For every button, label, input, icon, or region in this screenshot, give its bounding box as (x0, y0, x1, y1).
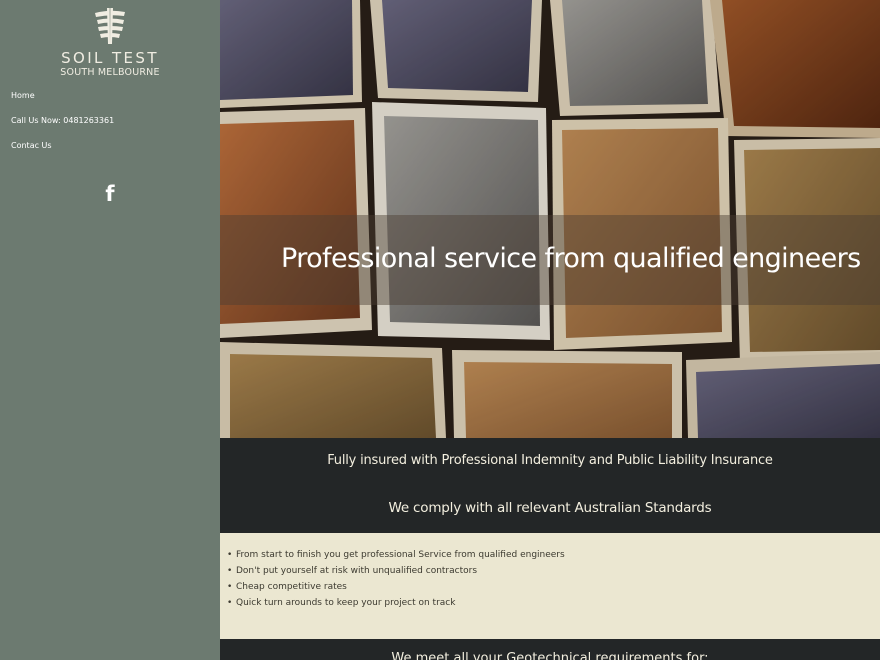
nav-call-link[interactable]: Call Us Now: 0481263361 (11, 115, 114, 140)
hero-headline: Professional service from qualified engi… (281, 243, 861, 274)
main-content: Professional service from qualified engi… (220, 0, 880, 660)
benefits-list: From start to finish you get professiona… (226, 547, 565, 611)
facebook-icon[interactable]: f (101, 182, 119, 206)
benefits-section: From start to finish you get professiona… (220, 533, 880, 639)
nav-contact-link[interactable]: Contac Us (11, 140, 114, 165)
logo[interactable]: SOIL TEST SOUTH MELBOURNE (0, 6, 220, 79)
nav-home-link[interactable]: Home (11, 90, 114, 115)
list-item: Don't put yourself at risk with unqualif… (226, 563, 565, 579)
list-item: From start to finish you get professiona… (226, 547, 565, 563)
sidebar-nav: Home Call Us Now: 0481263361 Contac Us (11, 90, 114, 165)
list-item: Cheap competitive rates (226, 579, 565, 595)
sidebar: SOIL TEST SOUTH MELBOURNE Home Call Us N… (0, 0, 220, 660)
requirements-heading: We meet all your Geotechnical requiremen… (391, 651, 709, 660)
highlights-section: Fully insured with Professional Indemnit… (220, 438, 880, 533)
insurance-text: Fully insured with Professional Indemnit… (327, 453, 773, 468)
standards-text: We comply with all relevant Australian S… (388, 500, 712, 516)
requirements-section: We meet all your Geotechnical requiremen… (220, 639, 880, 660)
screw-pile-icon (95, 8, 125, 44)
hero-section: Professional service from qualified engi… (220, 0, 880, 438)
list-item: Quick turn arounds to keep your project … (226, 595, 565, 611)
brand-title: SOIL TEST (61, 49, 159, 67)
brand-subtitle: SOUTH MELBOURNE (60, 67, 160, 78)
